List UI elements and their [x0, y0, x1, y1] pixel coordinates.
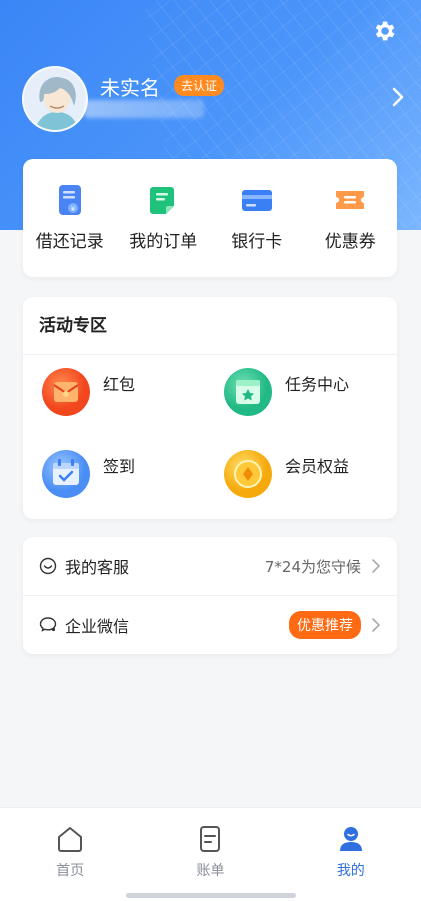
red-packet-icon: [42, 368, 90, 416]
settings-gear-icon[interactable]: [371, 18, 397, 44]
activity-label: 签到: [103, 457, 136, 476]
bill-icon: [200, 826, 221, 852]
quick-action-coupon[interactable]: 优惠券: [304, 159, 398, 277]
tab-label: 账单: [196, 863, 225, 879]
activity-red-packet[interactable]: 红包: [41, 367, 211, 427]
quick-action-label: 银行卡: [231, 232, 283, 252]
activity-zone-title: 活动专区: [23, 297, 397, 355]
quick-action-label: 借还记录: [35, 232, 104, 252]
activity-grid: 红包 任务中心 签到 会员权益: [23, 355, 397, 519]
activity-task-center[interactable]: 任务中心: [223, 367, 393, 427]
check-in-icon: [42, 450, 90, 498]
order-icon: [150, 187, 175, 214]
chevron-right-icon: [372, 559, 381, 573]
tab-bill[interactable]: 账单: [140, 808, 280, 901]
quick-action-my-orders[interactable]: 我的订单: [117, 159, 211, 277]
quick-actions-card: ¥ 借还记录 我的订单 银行卡 优惠券: [23, 159, 397, 277]
activity-membership[interactable]: 会员权益: [223, 449, 393, 509]
activity-label: 红包: [103, 375, 136, 394]
promo-badge: 优惠推荐: [289, 610, 361, 639]
chevron-right-icon[interactable]: [391, 86, 405, 108]
wechat-chat-icon: [39, 616, 57, 632]
enterprise-wechat-label: 企业微信: [65, 616, 130, 636]
loan-record-icon: ¥: [58, 185, 81, 215]
chevron-right-icon: [372, 617, 381, 632]
customer-service-label: 我的客服: [65, 558, 130, 577]
masked-account-info: [84, 100, 204, 118]
customer-service-hint: 7*24为您守候: [264, 557, 361, 576]
tab-label: 我的: [336, 863, 365, 879]
verify-badge[interactable]: 去认证: [174, 75, 225, 96]
quick-action-label: 我的订单: [129, 232, 198, 252]
quick-action-loan-record[interactable]: ¥ 借还记录: [23, 159, 117, 277]
tab-home[interactable]: 首页: [0, 808, 140, 901]
membership-icon: [224, 450, 272, 498]
home-icon: [58, 827, 83, 852]
activity-zone-card: 活动专区 红包 任务中心 签到 会员权益: [23, 297, 397, 519]
tab-profile[interactable]: 我的: [281, 808, 421, 901]
bottom-tab-bar: 首页 账单 我的: [0, 807, 421, 901]
profile-icon: [339, 827, 362, 851]
customer-service-row[interactable]: 我的客服 7*24为您守候: [23, 537, 397, 595]
enterprise-wechat-row[interactable]: 企业微信 优惠推荐: [23, 595, 397, 653]
activity-label: 任务中心: [285, 375, 350, 394]
quick-action-bank-card[interactable]: 银行卡: [210, 159, 304, 277]
svg-text:¥: ¥: [71, 205, 76, 213]
quick-action-label: 优惠券: [324, 232, 376, 252]
tab-label: 首页: [56, 863, 85, 879]
home-indicator: [126, 893, 296, 898]
activity-check-in[interactable]: 签到: [41, 449, 211, 509]
activity-label: 会员权益: [285, 457, 350, 476]
task-center-icon: [224, 368, 272, 416]
username: 未实名: [100, 76, 160, 100]
customer-service-icon: [39, 557, 57, 575]
bank-card-icon: [241, 190, 272, 211]
coupon-icon: [336, 191, 365, 209]
service-card: 我的客服 7*24为您守候 企业微信 优惠推荐: [23, 537, 397, 654]
avatar[interactable]: [22, 66, 88, 132]
